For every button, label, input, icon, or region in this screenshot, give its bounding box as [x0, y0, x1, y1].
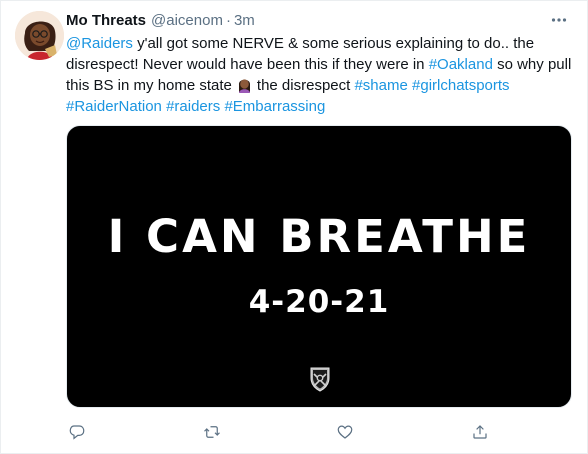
- heart-icon[interactable]: [334, 421, 356, 443]
- tweet-actions-bar: [66, 421, 487, 443]
- tweet-text-line: @Raiders y'all got some NERVE & some ser…: [66, 33, 571, 54]
- media-headline-text: I CAN BREATHE: [107, 210, 531, 263]
- tweet-card[interactable]: Mo Threats @aicenom · 3m @Raiders y'all …: [0, 0, 588, 454]
- text-fragment: y'all got some NERVE & some serious expl…: [132, 35, 535, 52]
- separator-dot: ·: [225, 11, 231, 29]
- tweet-text-line: #RaiderNation #raiders #Embarrassing: [66, 96, 571, 117]
- hashtag-link[interactable]: #girlchatsports: [412, 77, 510, 94]
- media-date-text: 4-20-21: [248, 284, 390, 320]
- mention-link[interactable]: @Raiders: [66, 35, 133, 52]
- tweet-header: Mo Threats @aicenom · 3m: [66, 10, 255, 30]
- hashtag-link[interactable]: #RaiderNation: [66, 98, 162, 115]
- text-fragment: the disrespect: [256, 77, 355, 94]
- text-fragment: so why pull: [492, 56, 572, 73]
- tweet-text: @Raiders y'all got some NERVE & some ser…: [66, 33, 571, 117]
- hashtag-link[interactable]: #shame: [354, 77, 407, 94]
- raiders-shield-logo: [307, 366, 333, 392]
- user-handle[interactable]: @aicenom: [151, 12, 223, 29]
- text-fragment: this BS in my home state: [66, 77, 232, 94]
- more-options-icon[interactable]: [549, 10, 569, 30]
- retweet-icon[interactable]: [201, 421, 223, 443]
- timestamp[interactable]: 3m: [234, 12, 255, 29]
- hashtag-link[interactable]: #Embarrassing: [224, 98, 325, 115]
- tweet-media-image[interactable]: I CAN BREATHE 4-20-21: [66, 125, 572, 408]
- hashtag-link[interactable]: #Oakland: [429, 56, 493, 73]
- text-fragment: disrespect! Never would have been this i…: [66, 56, 429, 73]
- display-name[interactable]: Mo Threats: [66, 12, 146, 29]
- avatar[interactable]: [15, 11, 64, 60]
- tweet-text-line: disrespect! Never would have been this i…: [66, 54, 571, 75]
- reply-icon[interactable]: [66, 421, 88, 443]
- woman-facepalming-emoji: [236, 76, 253, 93]
- share-icon[interactable]: [469, 421, 491, 443]
- hashtag-link[interactable]: #raiders: [166, 98, 220, 115]
- tweet-text-line: this BS in my home state the disrespect #…: [66, 75, 571, 96]
